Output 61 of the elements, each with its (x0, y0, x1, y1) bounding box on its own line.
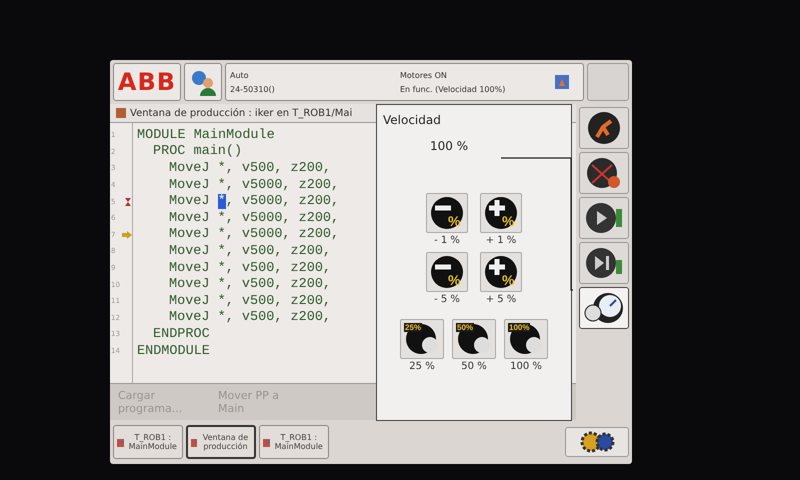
step-label: + 1 % (486, 235, 516, 246)
code-line[interactable]: MoveJ *, v5000, z200, (169, 210, 340, 227)
users-icon[interactable] (184, 63, 222, 101)
disabled-increment-icon (586, 156, 622, 190)
code-line[interactable]: MODULE MainModule (137, 127, 275, 144)
taskbar-tab[interactable]: T_ROB1 : MainModule (113, 425, 183, 459)
code-line[interactable]: MoveJ *, v500, z200, (169, 260, 332, 276)
state-text: En func. (Velocidad 100%) (400, 84, 506, 94)
code-line[interactable]: MoveJ *, v500, z200, (169, 292, 332, 310)
quickset-button[interactable] (579, 287, 629, 329)
step-label: - 1 % (434, 235, 460, 246)
target-token[interactable]: * (218, 178, 226, 193)
target-token[interactable]: * (218, 260, 226, 276)
quickset-button[interactable] (579, 197, 629, 239)
preset-label: 100 % (510, 361, 542, 372)
code-line[interactable]: ENDPROC (153, 326, 210, 343)
controller-text: 24-50310() (230, 84, 276, 94)
target-token[interactable]: * (218, 160, 226, 176)
window-icon (190, 436, 197, 448)
step-label: + 5 % (486, 294, 516, 305)
target-token[interactable]: * (218, 194, 226, 210)
code-line[interactable]: MoveJ *, v5000, z200, (169, 226, 340, 244)
robot-status-icon (555, 75, 569, 89)
window-icon (116, 108, 126, 118)
play-icon (585, 201, 623, 235)
code-line[interactable]: MoveJ *, v500, z200, (169, 276, 332, 293)
preset-label: 25 % (409, 361, 435, 372)
settings-button[interactable] (565, 427, 629, 457)
code-line[interactable]: MoveJ *, v5000, z200, (169, 176, 340, 194)
taskbar-tab[interactable]: Ventana de producción (186, 425, 256, 459)
status-panel[interactable]: Auto 24-50310() Motores ON En func. (Velocidad 100%) (225, 63, 584, 101)
target-token[interactable]: * (218, 277, 226, 292)
quickset-button[interactable] (579, 107, 629, 149)
speed-preset-button[interactable]: 100% (504, 319, 548, 359)
taskbar-tab[interactable]: T_ROB1 : MainModule (259, 425, 329, 459)
code-line[interactable]: ENDMODULE (137, 342, 210, 360)
speed-preset-button[interactable]: 25% (400, 319, 444, 359)
target-token[interactable]: * (218, 227, 226, 242)
speed-value: 100 % (430, 139, 468, 153)
quickset-button[interactable] (579, 152, 629, 194)
target-token[interactable]: * (218, 210, 226, 226)
window-icon (262, 436, 270, 448)
target-token[interactable]: * (218, 244, 226, 259)
preset-label: 50 % (461, 361, 487, 372)
target-token[interactable]: * (218, 294, 226, 309)
quickset-button[interactable] (579, 242, 629, 284)
robot-arm-icon (587, 111, 621, 145)
target-token[interactable]: * (218, 310, 226, 326)
motors-text: Motores ON (400, 70, 448, 80)
speed-preset-button[interactable]: 50% (452, 319, 496, 359)
code-line[interactable]: MoveJ *, v500, z200, (169, 160, 332, 177)
step-icon (585, 246, 623, 280)
step-label: - 5 % (434, 294, 460, 305)
code-line[interactable]: MoveJ *, v5000, z200, (169, 193, 340, 210)
speedometer-icon (584, 291, 624, 325)
code-line[interactable]: PROC main() (153, 144, 242, 160)
code-line[interactable]: MoveJ *, v500, z200, (169, 243, 332, 260)
code-line[interactable]: MoveJ *, v500, z200, (169, 310, 332, 326)
window-icon (116, 436, 124, 448)
mode-text: Auto (230, 70, 250, 80)
logo[interactable]: ABB (113, 63, 181, 101)
